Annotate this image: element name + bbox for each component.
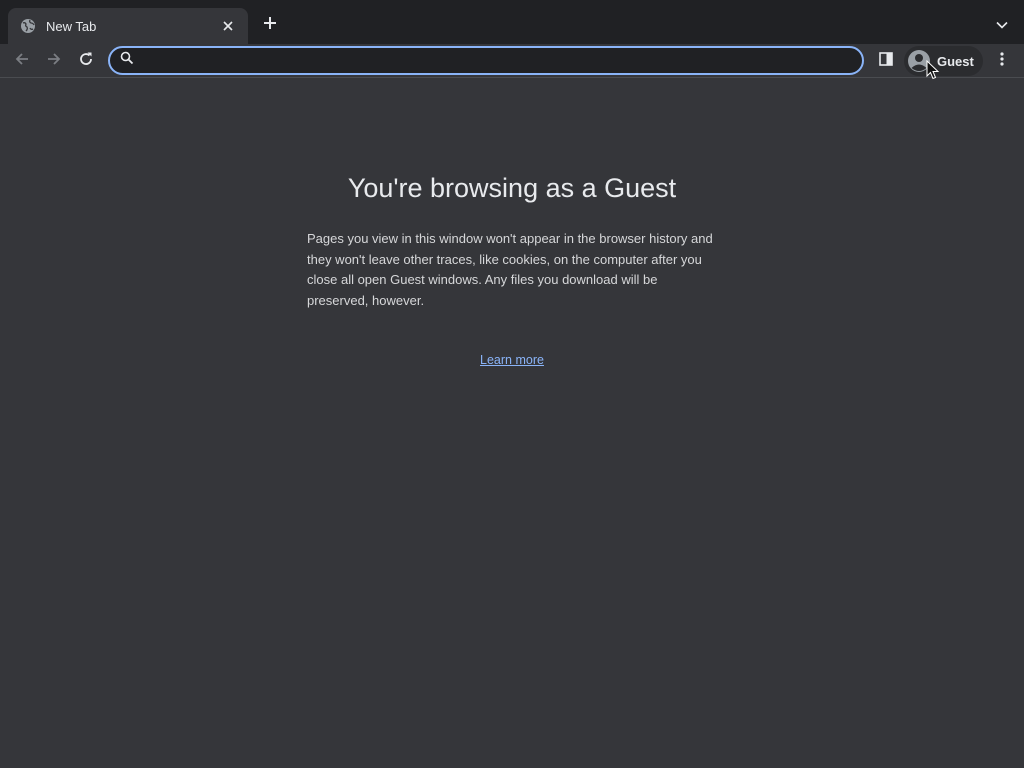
omnibox-input[interactable] [142,49,862,72]
close-icon[interactable] [218,16,238,36]
globe-icon [20,18,36,34]
chevron-down-icon [996,16,1008,34]
plus-icon [263,16,277,35]
profile-button[interactable]: Guest [904,46,983,76]
search-icon [120,51,134,70]
tab-search-button[interactable] [990,13,1014,37]
arrow-right-icon [46,51,62,72]
learn-more-link[interactable]: Learn more [480,353,544,367]
tab-new-tab[interactable]: New Tab [8,8,248,44]
tab-strip: New Tab [0,0,1024,44]
page-title: You're browsing as a Guest [347,173,677,203]
menu-button[interactable] [990,47,1014,75]
omnibox[interactable] [108,46,864,75]
tab-title: New Tab [46,18,97,34]
guest-description: Pages you view in this window won't appe… [307,231,713,308]
more-vert-icon [1000,51,1004,71]
learn-more-container: Learn more [0,353,1024,367]
reload-button[interactable] [72,47,100,75]
guest-page: You're browsing as a Guest Pages you vie… [0,79,1024,768]
reload-icon [78,51,94,72]
back-button[interactable] [8,47,36,75]
arrow-left-icon [14,51,30,72]
forward-button[interactable] [40,47,68,75]
toolbar: Guest [0,44,1024,78]
side-panel-button[interactable] [872,47,900,75]
side-panel-icon [879,51,893,71]
profile-label: Guest [937,53,974,69]
mouse-cursor-icon [926,59,940,80]
new-tab-button[interactable] [258,13,282,37]
